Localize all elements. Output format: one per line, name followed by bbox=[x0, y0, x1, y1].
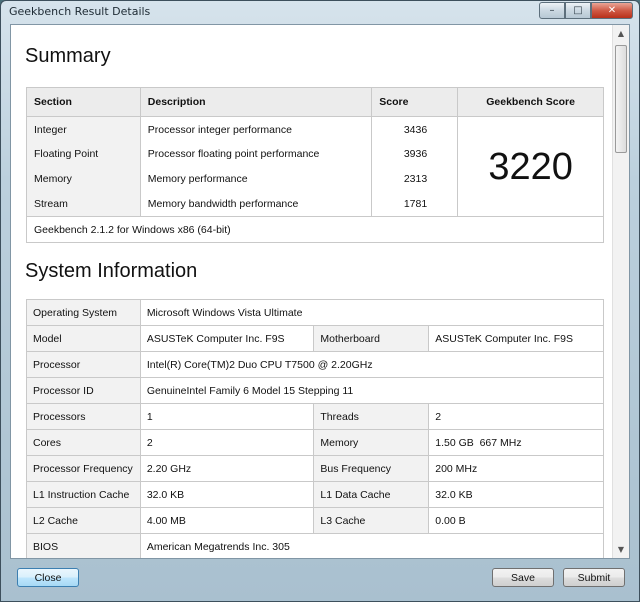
bios-value: American Megatrends Inc. 305 bbox=[139, 533, 605, 558]
scroll-up-arrow-icon[interactable]: ▲ bbox=[613, 25, 629, 42]
processor-id-value: GenuineIntel Family 6 Model 15 Stepping … bbox=[139, 377, 605, 404]
minimize-button[interactable]: – bbox=[539, 2, 565, 19]
l1-data-cache-value: 32.0 KB bbox=[428, 481, 604, 508]
threads-label: Threads bbox=[313, 403, 430, 430]
close-button[interactable]: Close bbox=[17, 568, 79, 587]
l1-instruction-cache-label: L1 Instruction Cache bbox=[26, 481, 141, 508]
cores-value: 2 bbox=[139, 429, 315, 456]
column-header-section: Section bbox=[26, 87, 141, 117]
motherboard-value: ASUSTeK Computer Inc. F9S bbox=[428, 325, 604, 352]
window-controls: – □ ✕ bbox=[539, 2, 633, 19]
column-header-geekbench-score: Geekbench Score bbox=[457, 87, 604, 117]
vertical-scrollbar[interactable]: ▲ ▼ bbox=[612, 25, 629, 558]
system-information-table: Operating System Microsoft Windows Vista… bbox=[26, 299, 605, 558]
processor-id-label: Processor ID bbox=[26, 377, 141, 404]
processor-value: Intel(R) Core(TM)2 Duo CPU T7500 @ 2.20G… bbox=[139, 351, 605, 378]
geekbench-result-window: Geekbench Result Details – □ ✕ Summary S… bbox=[0, 0, 640, 602]
section-cell: Memory bbox=[26, 166, 141, 192]
result-document: Summary Section Description Score Geekbe… bbox=[11, 25, 613, 558]
processor-frequency-value: 2.20 GHz bbox=[139, 455, 315, 482]
scrollbar-thumb[interactable] bbox=[615, 45, 627, 153]
section-cell: Floating Point bbox=[26, 141, 141, 167]
minimize-icon: – bbox=[549, 5, 555, 16]
column-header-description: Description bbox=[139, 87, 373, 117]
summary-table: Section Description Score Geekbench Scor… bbox=[26, 87, 604, 243]
save-button[interactable]: Save bbox=[492, 568, 554, 587]
l2-cache-value: 4.00 MB bbox=[139, 507, 315, 534]
bios-label: BIOS bbox=[26, 533, 141, 558]
model-value: ASUSTeK Computer Inc. F9S bbox=[139, 325, 315, 352]
description-cell: Processor integer performance bbox=[139, 116, 373, 142]
l1-instruction-cache-value: 32.0 KB bbox=[139, 481, 315, 508]
processors-value: 1 bbox=[139, 403, 315, 430]
maximize-icon: □ bbox=[573, 5, 583, 16]
description-cell: Memory bandwidth performance bbox=[139, 191, 373, 217]
memory-label: Memory bbox=[313, 429, 430, 456]
system-information-heading: System Information bbox=[25, 260, 198, 282]
score-cell: 1781 bbox=[371, 191, 459, 217]
processor-frequency-label: Processor Frequency bbox=[26, 455, 141, 482]
bus-frequency-value: 200 MHz bbox=[428, 455, 604, 482]
section-cell: Integer bbox=[26, 116, 141, 142]
window-title: Geekbench Result Details bbox=[9, 5, 151, 18]
title-bar[interactable]: Geekbench Result Details – □ ✕ bbox=[1, 1, 639, 23]
operating-system-label: Operating System bbox=[26, 299, 141, 326]
version-footer: Geekbench 2.1.2 for Windows x86 (64-bit) bbox=[26, 216, 604, 243]
score-cell: 2313 bbox=[371, 166, 459, 192]
processor-label: Processor bbox=[26, 351, 141, 378]
close-icon: ✕ bbox=[607, 5, 617, 16]
motherboard-label: Motherboard bbox=[313, 325, 430, 352]
l3-cache-label: L3 Cache bbox=[313, 507, 430, 534]
score-cell: 3436 bbox=[371, 116, 459, 142]
l2-cache-label: L2 Cache bbox=[26, 507, 141, 534]
l1-data-cache-label: L1 Data Cache bbox=[313, 481, 430, 508]
bus-frequency-label: Bus Frequency bbox=[313, 455, 430, 482]
table-row: Integer Processor integer performance 34… bbox=[26, 116, 604, 217]
model-label: Model bbox=[26, 325, 141, 352]
geekbench-score-value: 3220 bbox=[457, 116, 604, 217]
close-window-button[interactable]: ✕ bbox=[591, 2, 633, 19]
summary-heading: Summary bbox=[25, 45, 111, 67]
maximize-button[interactable]: □ bbox=[565, 2, 591, 19]
score-cell: 3936 bbox=[371, 141, 459, 167]
result-details-view[interactable]: Summary Section Description Score Geekbe… bbox=[10, 24, 630, 559]
threads-value: 2 bbox=[428, 403, 604, 430]
cores-label: Cores bbox=[26, 429, 141, 456]
section-cell: Stream bbox=[26, 191, 141, 217]
processors-label: Processors bbox=[26, 403, 141, 430]
operating-system-value: Microsoft Windows Vista Ultimate bbox=[139, 299, 605, 326]
memory-value: 1.50 GB 667 MHz bbox=[428, 429, 604, 456]
description-cell: Memory performance bbox=[139, 166, 373, 192]
l3-cache-value: 0.00 B bbox=[428, 507, 604, 534]
scroll-down-arrow-icon[interactable]: ▼ bbox=[613, 541, 629, 558]
submit-button[interactable]: Submit bbox=[563, 568, 625, 587]
column-header-score: Score bbox=[371, 87, 459, 117]
description-cell: Processor floating point performance bbox=[139, 141, 373, 167]
